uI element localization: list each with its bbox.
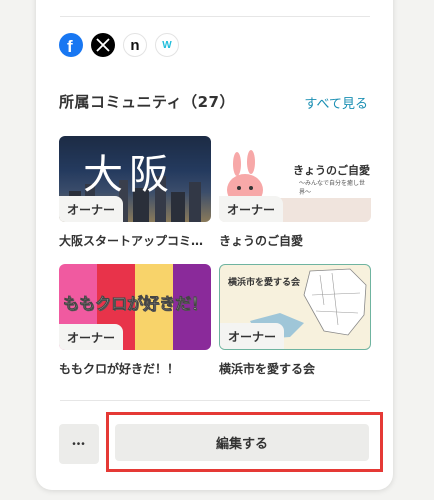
community-thumbnail: ももクロが好きだ！ オーナー [59, 264, 211, 350]
section-title: 所属コミュニティ（27） [59, 93, 235, 111]
community-thumbnail: 横浜市を愛する会 オーナー [219, 264, 371, 350]
svg-text:f: f [67, 37, 73, 56]
community-thumbnail: きょうのご自愛 〜みんなで自分を癒し世界〜 オーナー [219, 136, 371, 222]
community-card[interactable]: 横浜市を愛する会 オーナー 横浜市を愛する会 [219, 264, 371, 377]
x-icon[interactable] [91, 33, 115, 57]
wantedly-icon[interactable]: W [155, 33, 179, 57]
see-all-link[interactable]: すべて見る [304, 93, 368, 112]
thumbnail-title: きょうのご自愛 [293, 164, 370, 177]
community-name: ももクロが好きだ！！ [59, 362, 180, 376]
more-icon: ••• [72, 438, 86, 450]
more-options-button[interactable]: ••• [59, 424, 99, 464]
thumbnail-title: 横浜市を愛する会 [228, 278, 301, 288]
community-card[interactable]: 大阪 オーナー 大阪スタートアップコミ… [59, 136, 211, 249]
thumbnail-title: ももクロが好きだ！ [63, 294, 208, 314]
community-name: 横浜市を愛する会 [219, 362, 316, 376]
owner-badge: オーナー [59, 324, 124, 350]
divider [60, 400, 370, 401]
community-name: 大阪スタートアップコミ… [59, 234, 204, 248]
owner-badge: オーナー [219, 196, 284, 222]
community-thumbnail: 大阪 オーナー [59, 136, 211, 222]
note-glyph: n [130, 36, 140, 54]
community-name: きょうのご自愛 [219, 234, 304, 248]
thumbnail-title: 大阪 [83, 152, 175, 198]
social-links: f n W [59, 33, 179, 57]
note-icon[interactable]: n [123, 33, 147, 57]
community-card[interactable]: きょうのご自愛 〜みんなで自分を癒し世界〜 オーナー きょうのご自愛 [219, 136, 371, 249]
facebook-icon[interactable]: f [59, 33, 83, 57]
owner-badge: オーナー [59, 196, 124, 222]
wantedly-glyph: W [162, 39, 172, 51]
community-card[interactable]: ももクロが好きだ！ オーナー ももクロが好きだ！！ [59, 264, 211, 377]
highlight-box [106, 412, 383, 472]
divider [60, 16, 370, 17]
owner-badge: オーナー [220, 323, 285, 349]
thumbnail-subtitle: 〜みんなで自分を癒し世界〜 [299, 180, 366, 196]
